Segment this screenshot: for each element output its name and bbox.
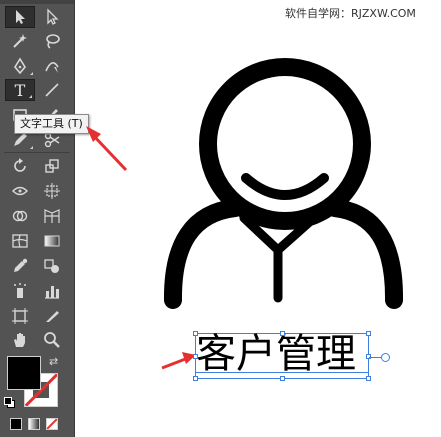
handle-top-center[interactable] (280, 331, 285, 336)
handle-top-left[interactable] (193, 331, 198, 336)
tooltip-pointer-arrow (90, 132, 128, 172)
text-out-port[interactable] (381, 353, 390, 362)
text-pointer-arrow (161, 356, 189, 370)
canvas-text[interactable]: 客户管理 (196, 330, 356, 378)
handle-middle-left[interactable] (193, 354, 198, 359)
handle-bottom-center[interactable] (280, 376, 285, 381)
smile-path (241, 173, 329, 200)
handle-bottom-left[interactable] (193, 376, 198, 381)
handle-top-right[interactable] (366, 331, 371, 336)
handle-bottom-right[interactable] (366, 376, 371, 381)
